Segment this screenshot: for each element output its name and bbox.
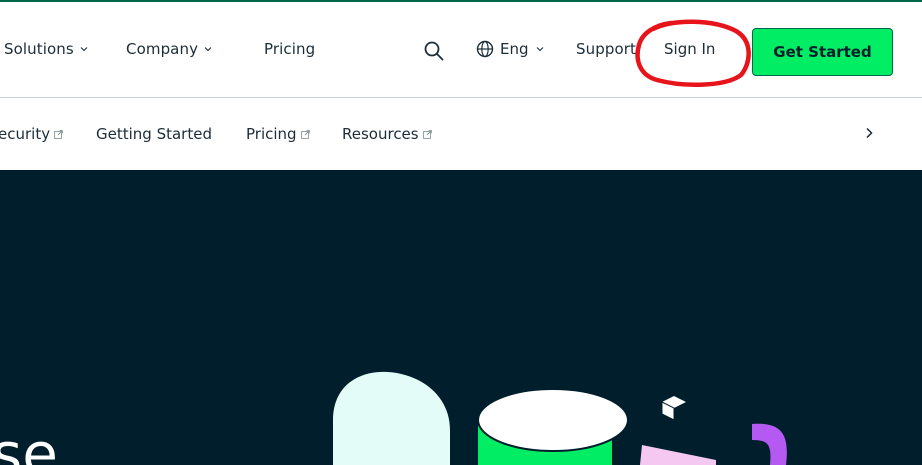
chevron-down-icon bbox=[536, 47, 543, 52]
chevron-right-icon[interactable] bbox=[863, 127, 875, 139]
hero-illustration bbox=[333, 371, 787, 465]
support-link[interactable]: Support bbox=[576, 40, 636, 58]
nav-solutions-label: Solutions bbox=[4, 40, 74, 58]
subnav-item-resources[interactable]: Resources bbox=[342, 125, 432, 143]
nav-pricing[interactable]: Pricing bbox=[264, 40, 315, 58]
language-selector[interactable]: Eng bbox=[476, 40, 545, 58]
subnav-item-label: Resources bbox=[342, 125, 419, 143]
external-link-icon bbox=[300, 129, 310, 139]
subnav-item-label: Getting Started bbox=[96, 125, 212, 143]
subnav-item-label: ecurity bbox=[0, 125, 51, 143]
top-navigation: Solutions Company Pricing Eng Support Si… bbox=[0, 2, 922, 97]
nav-pricing-label: Pricing bbox=[264, 40, 316, 58]
nav-company[interactable]: Company bbox=[126, 40, 213, 58]
subnav-item-security[interactable]: ecurity bbox=[0, 125, 63, 143]
globe-icon bbox=[476, 40, 494, 58]
subnav-item-getting-started[interactable]: Getting Started bbox=[96, 125, 212, 143]
external-link-icon bbox=[54, 129, 63, 139]
subnav-item-label: Pricing bbox=[246, 125, 297, 143]
chevron-down-icon bbox=[204, 47, 212, 52]
get-started-button[interactable]: Get Started bbox=[752, 28, 893, 76]
subnav-item-pricing[interactable]: Pricing bbox=[246, 125, 310, 143]
language-label: Eng bbox=[500, 40, 529, 58]
search-icon[interactable] bbox=[423, 40, 445, 62]
hero-heading-partial: se bbox=[0, 420, 58, 465]
chevron-down-icon bbox=[80, 47, 88, 52]
hero-section: se bbox=[0, 170, 922, 465]
nav-solutions[interactable]: Solutions bbox=[4, 40, 89, 58]
support-label: Support bbox=[576, 40, 636, 58]
nav-company-label: Company bbox=[126, 40, 199, 58]
external-link-icon bbox=[422, 129, 432, 139]
sign-in-link[interactable]: Sign In bbox=[664, 40, 715, 58]
secondary-navigation: ecurity Getting Started Pricing Resource… bbox=[0, 98, 922, 170]
